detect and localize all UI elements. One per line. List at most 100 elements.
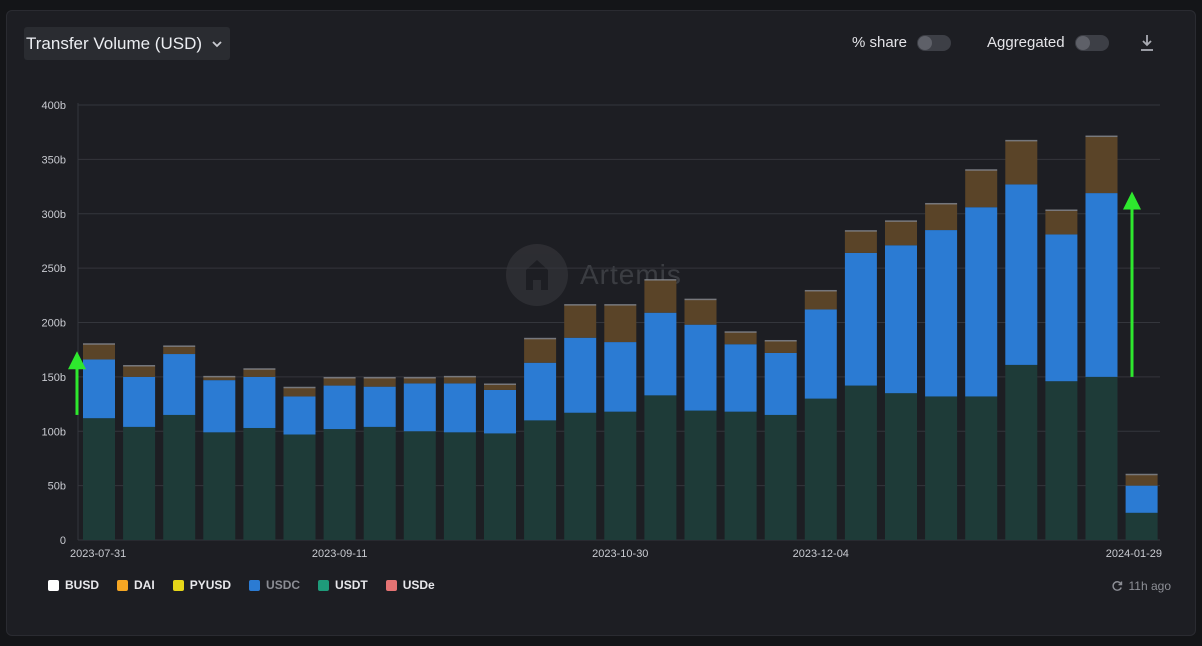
bar-usdt <box>243 427 276 540</box>
bar-top-edge <box>925 202 958 205</box>
bar-other <box>484 384 516 390</box>
bar-usdt <box>123 426 156 540</box>
bar-top-edge <box>443 375 476 378</box>
bar-usdt <box>163 414 196 540</box>
bar-usdc <box>925 230 958 397</box>
bar-top-edge <box>965 169 998 171</box>
bar-usdt <box>1125 512 1158 540</box>
bar-other <box>925 203 958 231</box>
bar-usdc <box>965 207 998 397</box>
bar-top-edge <box>203 375 236 378</box>
bar-other <box>804 290 837 310</box>
bar-other <box>604 305 637 343</box>
bar-other <box>243 369 276 377</box>
x-tick-label: 2023-07-31 <box>70 548 126 560</box>
stacked-bar-chart: 0 50b 100b 150b 200b 250b 300b 350b 400b 2023-07-… <box>42 100 1162 560</box>
bar-other <box>684 299 717 325</box>
bar-top-edge <box>123 365 156 367</box>
bar-other <box>644 280 677 313</box>
bar-top-edge <box>1085 135 1118 138</box>
bar-usdt <box>885 393 917 540</box>
bar-usdc <box>1045 234 1078 382</box>
y-tick-label: 100b <box>42 426 66 438</box>
bar-top-edge <box>604 304 637 306</box>
bar-usdc <box>724 344 757 412</box>
y-tick-label: 400b <box>42 100 66 112</box>
bar-usdt <box>724 411 757 540</box>
bar-usdc <box>1005 184 1038 365</box>
bar-usdc <box>1125 485 1158 513</box>
bar-usdc <box>764 352 797 415</box>
bar-top-edge <box>804 289 837 292</box>
bar-top-edge <box>83 343 115 345</box>
last-updated: 11h ago <box>1111 579 1171 593</box>
bar-usdt <box>604 411 637 540</box>
bar-usdc <box>363 386 396 427</box>
bar-top-edge <box>564 304 597 306</box>
legend-item-busd[interactable]: BUSD <box>48 578 99 592</box>
bar-usdc <box>283 396 316 435</box>
bar-usdt <box>203 432 236 540</box>
legend-label: DAI <box>134 578 155 592</box>
bar-usdc <box>885 245 917 394</box>
x-tick-label: 2023-12-04 <box>793 548 849 560</box>
refresh-icon <box>1111 581 1122 591</box>
bar-usdt <box>1005 364 1038 540</box>
legend-swatch <box>249 579 261 591</box>
bar-other <box>764 340 797 353</box>
bar-usdt <box>1085 376 1118 540</box>
bar-usdt <box>684 410 717 540</box>
bar-other <box>724 332 757 345</box>
y-tick-label: 350b <box>42 154 66 166</box>
y-tick-label: 50b <box>48 481 66 493</box>
bar-top-edge <box>764 339 797 342</box>
legend-item-usdt[interactable]: USDT <box>318 578 368 592</box>
legend-label: USDe <box>402 578 435 592</box>
bar-usdc <box>524 362 557 421</box>
legend-item-dai[interactable]: DAI <box>117 578 155 592</box>
bar-usdt <box>564 412 597 540</box>
y-tick-label: 250b <box>42 263 66 275</box>
legend-label: USDC <box>266 578 301 592</box>
bar-top-edge <box>1125 473 1158 476</box>
legend-item-usdc[interactable]: USDC <box>249 578 300 592</box>
bar-usdt <box>764 414 797 540</box>
bar-top-edge <box>283 386 316 389</box>
legend-swatch <box>385 579 397 591</box>
bar-other <box>885 221 917 246</box>
legend-label: PYUSD <box>189 578 232 592</box>
bar-top-edge <box>684 298 717 301</box>
x-tick-label: 2023-10-30 <box>592 548 648 560</box>
bar-other <box>564 305 597 338</box>
y-tick-label: 0 <box>60 535 66 547</box>
bar-other <box>323 377 356 386</box>
bar-top-edge <box>644 279 677 281</box>
bar-usdc <box>163 354 196 415</box>
bar-top-edge <box>1005 139 1038 142</box>
bar-usdt <box>323 429 356 540</box>
bar-other <box>1045 210 1078 235</box>
bar-top-edge <box>885 220 917 222</box>
legend-label: USDT <box>335 578 368 592</box>
bar-other <box>1005 140 1038 185</box>
legend-item-usde[interactable]: USDe <box>385 578 435 592</box>
bar-usdc <box>243 376 276 428</box>
bar-top-edge <box>323 376 356 379</box>
x-tick-label: 2024-01-29 <box>1106 548 1162 560</box>
legend-swatch <box>48 579 59 591</box>
bar-usdc <box>203 380 236 433</box>
bar-usdc <box>443 383 476 433</box>
bar-other <box>123 366 156 377</box>
bar-usdc <box>844 252 877 386</box>
bar-top-edge <box>163 345 196 347</box>
bar-usdt <box>443 432 476 540</box>
bar-usdc <box>83 359 115 419</box>
bar-usdc <box>564 337 597 413</box>
bar-other <box>844 231 877 253</box>
legend-item-pyusd[interactable]: PYUSD <box>172 578 232 592</box>
bar-usdc <box>684 324 717 411</box>
bar-other <box>524 338 557 363</box>
bar-usdt <box>363 426 396 540</box>
bar-usdc <box>123 376 156 427</box>
bar-top-edge <box>363 376 396 379</box>
